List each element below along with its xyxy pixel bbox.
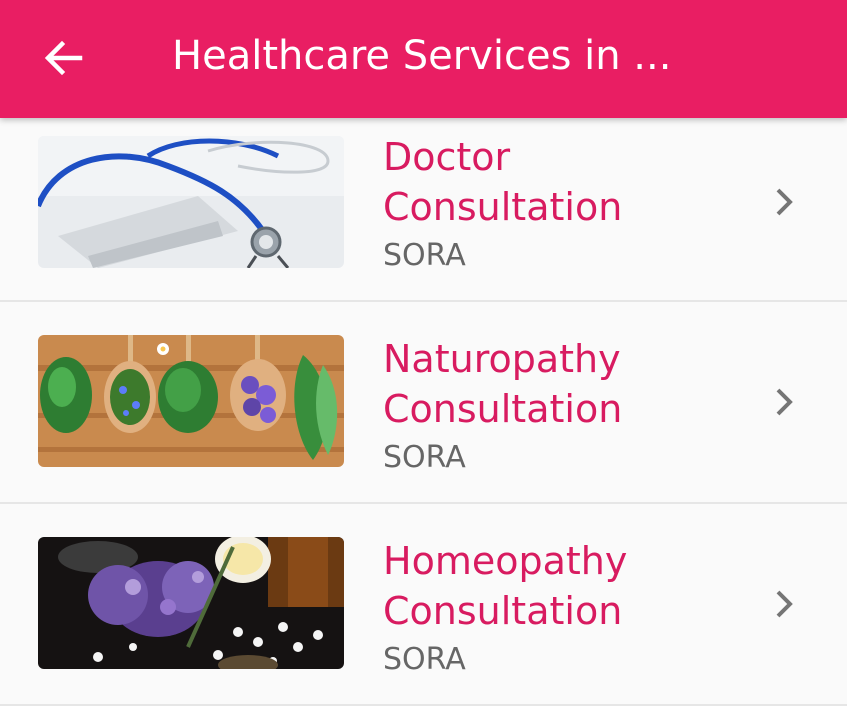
list-item-doctor-consultation[interactable]: Doctor Consultation SORA xyxy=(0,118,847,302)
list-item-homeopathy-consultation[interactable]: Homeopathy Consultation SORA xyxy=(0,504,847,706)
service-provider: SORA xyxy=(383,238,466,273)
chevron-right-icon xyxy=(770,384,798,420)
list-item-naturopathy-consultation[interactable]: Naturopathy Consultation SORA xyxy=(0,302,847,504)
stethoscope-phone-photo xyxy=(38,136,344,268)
chevron-right-icon xyxy=(770,586,798,622)
service-name: Homeopathy Consultation xyxy=(383,539,628,633)
service-provider: SORA xyxy=(383,642,466,677)
service-name: Naturopathy Consultation xyxy=(383,337,623,431)
service-provider: SORA xyxy=(383,440,466,475)
app-bar: Healthcare Services in ... xyxy=(0,0,847,118)
arrow-left-icon xyxy=(44,40,83,76)
service-text: Homeopathy Consultation SORA xyxy=(383,536,743,682)
page-title: Healthcare Services in ... xyxy=(172,33,672,79)
back-button[interactable] xyxy=(34,28,94,88)
service-text: Naturopathy Consultation SORA xyxy=(383,334,743,480)
service-name: Doctor Consultation xyxy=(383,135,623,229)
services-list: Doctor Consultation SORA Naturopathy Con… xyxy=(0,118,847,706)
chevron-right-icon xyxy=(770,184,798,220)
service-text: Doctor Consultation SORA xyxy=(383,132,743,278)
homeopathy-pills-flowers-photo xyxy=(38,537,344,669)
herbs-on-spoons-photo xyxy=(38,335,344,467)
